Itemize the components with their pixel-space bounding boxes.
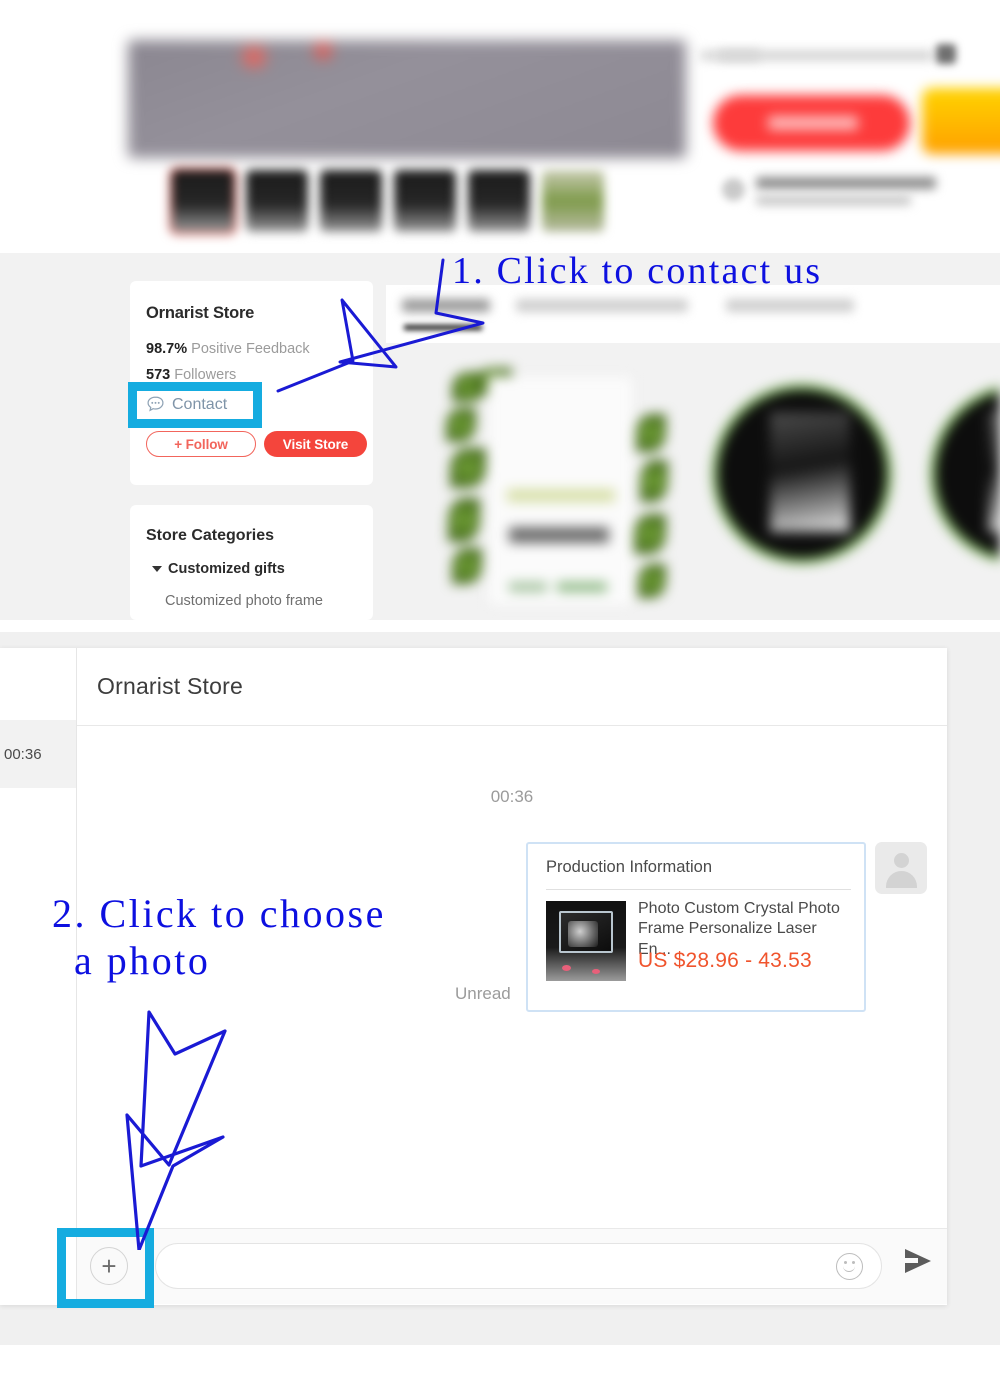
store-feedback-label: Positive Feedback bbox=[191, 341, 310, 357]
chat-input-toolbar: + bbox=[77, 1228, 947, 1304]
product-thumbnail[interactable] bbox=[394, 170, 456, 232]
store-feedback: 98.7% Positive Feedback bbox=[146, 341, 310, 357]
store-followers: 573 Followers bbox=[146, 367, 236, 383]
product-thumbnail[interactable] bbox=[320, 170, 382, 232]
product-title-placeholder bbox=[718, 50, 933, 61]
buy-now-button[interactable] bbox=[713, 95, 910, 151]
product-thumbnail[interactable] bbox=[172, 170, 234, 232]
product-thumbnail[interactable] bbox=[542, 170, 604, 232]
add-to-cart-button[interactable] bbox=[922, 88, 1000, 154]
buyer-protection-title bbox=[756, 177, 936, 189]
tab-customer-reviews[interactable] bbox=[516, 299, 688, 312]
chat-input[interactable] bbox=[156, 1257, 836, 1275]
image-highlight-decoration bbox=[233, 44, 275, 70]
visit-store-button[interactable]: Visit Store bbox=[264, 431, 367, 457]
store-followers-value: 573 bbox=[146, 367, 171, 383]
annotation-step-1: 1. Click to contact us bbox=[452, 250, 823, 292]
message-timestamp: 00:36 bbox=[490, 787, 534, 806]
buyer-protection-subtitle bbox=[756, 196, 911, 205]
image-highlight-decoration bbox=[308, 40, 338, 62]
user-avatar-icon bbox=[875, 842, 927, 894]
divider bbox=[546, 889, 851, 890]
product-main-image[interactable] bbox=[128, 40, 686, 158]
cart-icon[interactable] bbox=[936, 44, 956, 64]
annotation-step-2-line-1: 2. Click to choose bbox=[52, 891, 386, 936]
unread-label: Unread bbox=[455, 984, 511, 1003]
conversation-timestamp: 00:36 bbox=[4, 745, 42, 763]
buyer-protection-icon bbox=[722, 178, 745, 201]
tab-description[interactable] bbox=[402, 299, 490, 312]
chevron-down-icon bbox=[152, 566, 162, 572]
product-thumbnail[interactable] bbox=[246, 170, 308, 232]
product-detail-tabs[interactable] bbox=[386, 285, 1000, 343]
product-description-images bbox=[430, 348, 1000, 620]
conversation-list-item[interactable]: 00:36 bbox=[0, 720, 76, 788]
chat-input-wrapper[interactable] bbox=[155, 1243, 882, 1289]
category-parent-item[interactable]: Customized gifts bbox=[152, 561, 285, 577]
category-child-item[interactable]: Customized photo frame bbox=[165, 593, 323, 609]
tab-active-underline bbox=[404, 325, 482, 330]
chat-header-title: Ornarist Store bbox=[97, 673, 243, 699]
product-page: Ornarist Store 98.7% Positive Feedback 5… bbox=[0, 0, 1000, 620]
smiley-icon[interactable] bbox=[836, 1252, 863, 1280]
follow-button[interactable]: + Follow bbox=[146, 431, 256, 457]
store-name: Ornarist Store bbox=[146, 304, 255, 322]
product-card-thumbnail bbox=[546, 901, 626, 981]
store-feedback-value: 98.7% bbox=[146, 341, 188, 357]
send-arrow-notch bbox=[905, 1258, 918, 1263]
store-followers-label: Followers bbox=[174, 367, 237, 383]
product-card-price: US $28.96 - 43.53 bbox=[638, 949, 812, 972]
product-thumbnail[interactable] bbox=[468, 170, 530, 232]
store-categories-title: Store Categories bbox=[146, 527, 275, 544]
category-parent-label: Customized gifts bbox=[168, 561, 285, 577]
product-message-card[interactable]: Production Information Photo Custom Crys… bbox=[526, 842, 866, 1012]
highlight-box-attach bbox=[57, 1228, 154, 1308]
store-action-buttons: + Follow Visit Store bbox=[146, 431, 367, 457]
store-categories-card: Store Categories Customized gifts Custom… bbox=[130, 505, 373, 620]
highlight-box-contact bbox=[128, 382, 262, 428]
product-thumbnail-strip[interactable] bbox=[172, 170, 604, 232]
annotation-step-2: 2. Click to choose a photo bbox=[52, 890, 386, 984]
annotation-step-2-line-2: a photo bbox=[74, 938, 211, 984]
product-card-title: Production Information bbox=[546, 858, 713, 876]
chat-message-area: 00:36 Unread Production Information Phot… bbox=[77, 727, 947, 1247]
tab-specifications[interactable] bbox=[726, 299, 854, 312]
chat-header: Ornarist Store bbox=[77, 648, 947, 726]
